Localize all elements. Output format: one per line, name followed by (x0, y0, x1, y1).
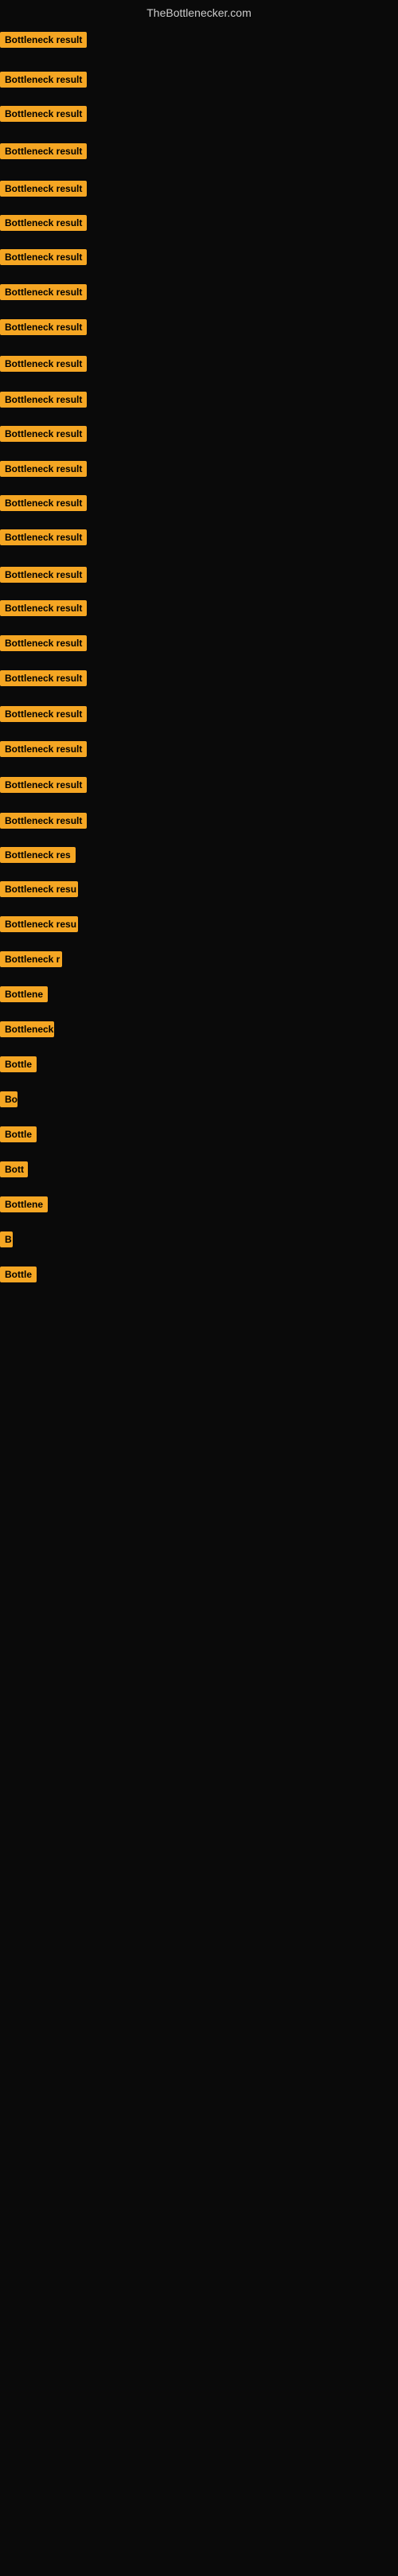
bottleneck-badge-row: Bottleneck result (0, 284, 87, 304)
bottleneck-result-badge[interactable]: Bottleneck resu (0, 916, 78, 932)
bottleneck-badge-row: Bottle (0, 1126, 37, 1146)
bottleneck-result-badge[interactable]: Bottleneck result (0, 741, 87, 757)
bottleneck-badge-row: Bottleneck result (0, 181, 87, 201)
bottleneck-badge-row: Bottle (0, 1056, 37, 1076)
bottleneck-result-badge[interactable]: Bottleneck (0, 1021, 54, 1037)
bottleneck-result-badge[interactable]: Bottleneck result (0, 426, 87, 442)
bottleneck-result-badge[interactable]: Bottleneck resu (0, 881, 78, 897)
bottleneck-result-badge[interactable]: Bottleneck result (0, 635, 87, 651)
bottleneck-result-badge[interactable]: Bottle (0, 1126, 37, 1142)
bottleneck-result-badge[interactable]: B (0, 1231, 13, 1247)
bottleneck-result-badge[interactable]: Bottleneck result (0, 72, 87, 88)
bottleneck-result-badge[interactable]: Bottleneck result (0, 567, 87, 583)
bottleneck-badge-row: Bottleneck result (0, 426, 87, 446)
bottleneck-result-badge[interactable]: Bottle (0, 1267, 37, 1282)
bottleneck-result-badge[interactable]: Bottleneck result (0, 600, 87, 616)
bottleneck-result-badge[interactable]: Bottleneck result (0, 706, 87, 722)
bottleneck-badge-row: Bottleneck (0, 1021, 54, 1041)
bottleneck-badge-row: Bottleneck result (0, 670, 87, 690)
bottleneck-result-badge[interactable]: Bottleneck result (0, 181, 87, 197)
bottleneck-result-badge[interactable]: Bottleneck result (0, 106, 87, 122)
bottleneck-result-badge[interactable]: Bottleneck r (0, 951, 62, 967)
bottleneck-result-badge[interactable]: Bottleneck res (0, 847, 76, 863)
bottleneck-badge-row: Bottleneck res (0, 847, 76, 867)
bottleneck-badge-row: Bottlene (0, 986, 48, 1006)
bottleneck-badge-row: Bottleneck result (0, 72, 87, 92)
site-title: TheBottlenecker.com (0, 0, 398, 29)
bottleneck-result-badge[interactable]: Bott (0, 1161, 28, 1177)
bottleneck-badge-row: Bottleneck resu (0, 881, 78, 901)
bottleneck-result-badge[interactable]: Bottleneck result (0, 813, 87, 829)
bottleneck-badge-row: Bottleneck result (0, 32, 87, 52)
bottleneck-badge-row: Bottleneck result (0, 392, 87, 412)
bottleneck-result-badge[interactable]: Bottlene (0, 1196, 48, 1212)
bottleneck-badge-row: Bottleneck result (0, 249, 87, 269)
bottleneck-badge-row: Bottleneck result (0, 106, 87, 126)
bottleneck-badge-row: Bottleneck result (0, 777, 87, 797)
bottleneck-badge-row: Bottleneck result (0, 143, 87, 163)
bottleneck-result-badge[interactable]: Bottleneck result (0, 777, 87, 793)
bottleneck-badge-row: Bottleneck result (0, 529, 87, 549)
bottleneck-badge-row: Bottleneck result (0, 567, 87, 587)
bottleneck-badge-row: Bottleneck result (0, 461, 87, 481)
bottleneck-result-badge[interactable]: Bottleneck result (0, 495, 87, 511)
bottleneck-result-badge[interactable]: Bottle (0, 1056, 37, 1072)
bottleneck-badge-row: Bottleneck r (0, 951, 62, 971)
bottleneck-badge-row: Bo (0, 1091, 18, 1111)
bottleneck-result-badge[interactable]: Bottleneck result (0, 356, 87, 372)
bottleneck-result-badge[interactable]: Bottleneck result (0, 215, 87, 231)
bottleneck-badge-row: Bottleneck result (0, 741, 87, 761)
bottleneck-result-badge[interactable]: Bottleneck result (0, 32, 87, 48)
bottleneck-badge-row: Bottleneck result (0, 319, 87, 339)
bottleneck-badge-row: Bottleneck result (0, 215, 87, 235)
bottleneck-result-badge[interactable]: Bottleneck result (0, 143, 87, 159)
bottleneck-result-badge[interactable]: Bottleneck result (0, 284, 87, 300)
bottleneck-badge-row: B (0, 1231, 13, 1251)
bottleneck-badge-row: Bottleneck result (0, 600, 87, 620)
bottleneck-badge-row: Bottleneck result (0, 813, 87, 833)
bottleneck-result-badge[interactable]: Bottleneck result (0, 319, 87, 335)
bottleneck-badge-row: Bottleneck result (0, 356, 87, 376)
bottleneck-result-badge[interactable]: Bottleneck result (0, 249, 87, 265)
bottleneck-result-badge[interactable]: Bottleneck result (0, 461, 87, 477)
bottleneck-result-badge[interactable]: Bottleneck result (0, 529, 87, 545)
bottleneck-result-badge[interactable]: Bottleneck result (0, 670, 87, 686)
bottleneck-badge-row: Bottleneck result (0, 495, 87, 515)
bottleneck-badge-row: Bottleneck result (0, 635, 87, 655)
bottleneck-result-badge[interactable]: Bottlene (0, 986, 48, 1002)
bottleneck-badge-row: Bottlene (0, 1196, 48, 1216)
bottleneck-badge-row: Bottle (0, 1267, 37, 1286)
bottleneck-badge-row: Bottleneck resu (0, 916, 78, 936)
bottleneck-result-badge[interactable]: Bo (0, 1091, 18, 1107)
bottleneck-result-badge[interactable]: Bottleneck result (0, 392, 87, 408)
bottleneck-badge-row: Bottleneck result (0, 706, 87, 726)
bottleneck-badge-row: Bott (0, 1161, 28, 1181)
